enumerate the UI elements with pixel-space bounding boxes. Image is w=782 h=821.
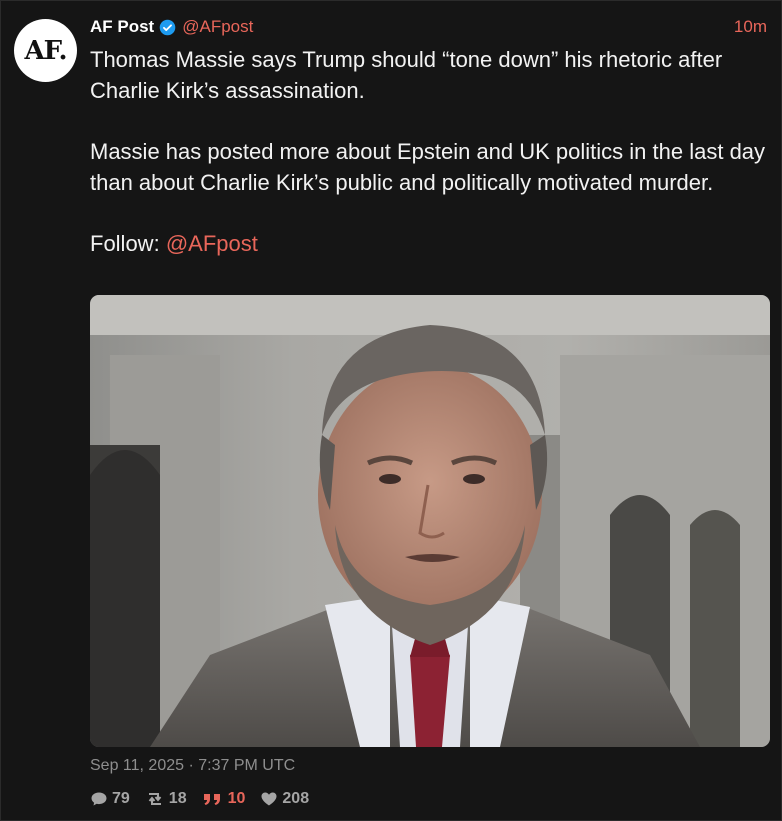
repost-count: 18 — [168, 790, 187, 807]
reply-button[interactable]: 79 — [90, 790, 130, 808]
user-handle[interactable]: @AFpost — [182, 17, 253, 37]
verified-badge-icon — [159, 19, 176, 35]
portrait-photo — [90, 295, 770, 747]
mention-link[interactable]: @AFpost — [166, 231, 258, 256]
quote-count: 10 — [227, 790, 246, 807]
avatar[interactable]: AF. — [14, 19, 77, 82]
like-button[interactable]: 208 — [260, 790, 309, 808]
follow-label: Follow: — [90, 231, 160, 256]
post-body: Thomas Massie says Trump should “tone do… — [90, 44, 774, 289]
like-count: 208 — [282, 790, 310, 807]
post-actions: 79 18 10 208 — [90, 790, 324, 808]
reply-count: 79 — [112, 790, 130, 807]
post-header: AF Post @AFpost 10m — [90, 16, 767, 38]
post-card: AF. AF Post @AFpost 10m Thomas Massie sa… — [0, 0, 782, 821]
post-timestamp[interactable]: 10m — [734, 17, 767, 37]
post-paragraph: Thomas Massie says Trump should “tone do… — [90, 47, 723, 103]
display-name[interactable]: AF Post — [90, 17, 154, 37]
repost-button[interactable]: 18 — [145, 790, 187, 808]
heart-icon — [261, 792, 277, 806]
post-image[interactable] — [90, 295, 770, 747]
post-paragraph: Massie has posted more about Epstein and… — [90, 139, 766, 195]
quote-icon — [203, 794, 220, 805]
follow-line: Follow: @AFpost — [90, 228, 774, 259]
comment-bubble-icon — [91, 792, 107, 806]
post-date[interactable]: Sep 11, 2025 · 7:37 PM UTC — [90, 757, 295, 775]
retweet-icon — [148, 793, 162, 805]
quote-button[interactable]: 10 — [202, 790, 246, 808]
avatar-logo-text: AF. — [24, 35, 67, 66]
